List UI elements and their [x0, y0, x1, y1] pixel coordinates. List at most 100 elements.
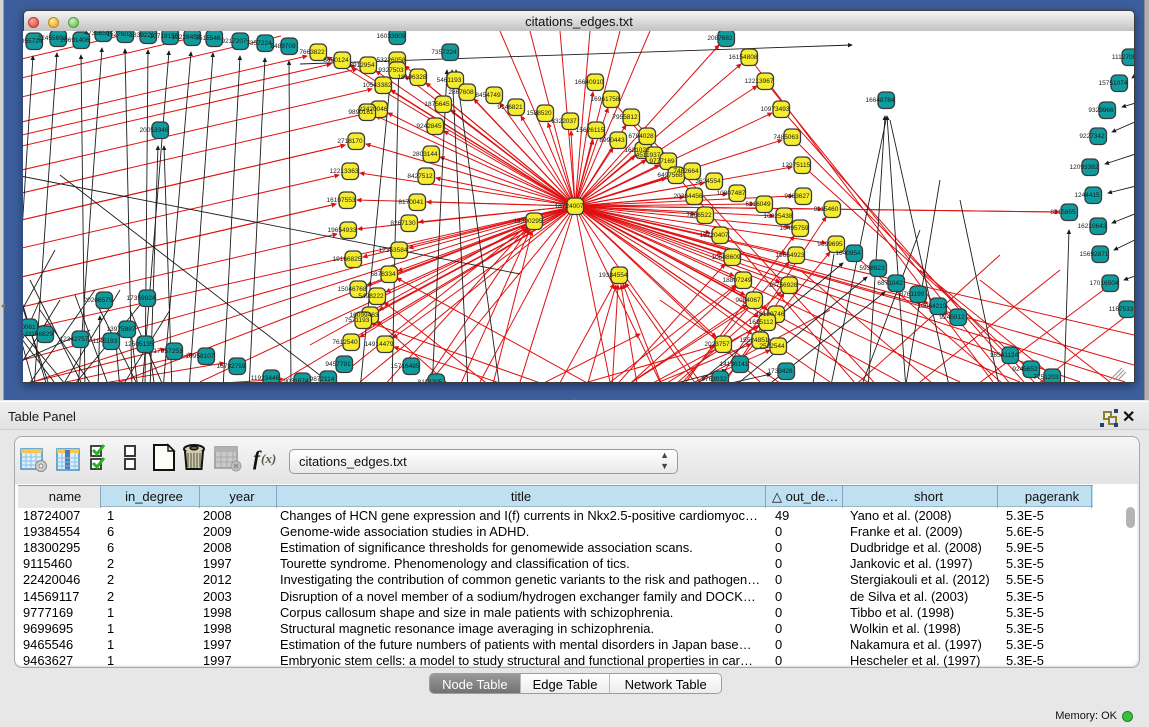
svg-text:12213363: 12213363: [330, 168, 359, 175]
svg-text:7866522: 7866522: [686, 212, 712, 219]
svg-text:16648784: 16648784: [866, 97, 895, 104]
svg-text:7663822: 7663822: [299, 49, 325, 56]
svg-text:10958107: 10958107: [186, 353, 215, 360]
svg-text:20364456: 20364456: [674, 193, 703, 200]
svg-text:1112705: 1112705: [1112, 54, 1134, 61]
svg-text:5878334: 5878334: [370, 271, 396, 278]
svg-text:8912954: 8912954: [349, 62, 375, 69]
svg-text:9763032: 9763032: [701, 376, 727, 382]
svg-text:9457791: 9457791: [325, 361, 351, 368]
svg-text:14136141: 14136141: [720, 361, 749, 368]
svg-text:1733426: 1733426: [767, 368, 793, 375]
svg-text:(x): (x): [261, 451, 276, 466]
svg-text:2718170: 2718170: [337, 138, 363, 145]
svg-text:1640954: 1640954: [835, 250, 861, 257]
svg-text:8990443: 8990443: [599, 137, 625, 144]
svg-text:9242845: 9242845: [416, 123, 442, 130]
svg-text:3624554: 3624554: [695, 178, 721, 185]
svg-text:16640910: 16640910: [575, 79, 604, 86]
svg-text:10025438: 10025438: [764, 213, 793, 220]
svg-text:10973493: 10973493: [761, 106, 790, 113]
svg-text:7357224: 7357224: [431, 49, 457, 56]
svg-text:8150061: 8150061: [23, 324, 36, 331]
svg-text:19166825: 19166825: [333, 256, 362, 263]
svg-text:20206575: 20206575: [84, 297, 113, 304]
svg-text:9217207: 9217207: [221, 38, 247, 45]
svg-text:6871042: 6871042: [877, 280, 903, 287]
svg-text:2023757: 2023757: [704, 341, 730, 348]
svg-text:16154808: 16154808: [729, 54, 758, 61]
svg-text:18724007: 18724007: [555, 203, 584, 210]
svg-text:12342757: 12342757: [60, 336, 89, 343]
svg-text:9699695: 9699695: [817, 241, 843, 248]
svg-text:15692871: 15692871: [1080, 251, 1109, 258]
svg-text:7751203: 7751203: [1033, 374, 1059, 381]
svg-text:8454749: 8454749: [475, 92, 501, 99]
svg-text:1875645: 1875645: [424, 101, 450, 108]
svg-text:9890161: 9890161: [348, 109, 374, 116]
svg-text:8761199: 8761199: [900, 291, 925, 298]
svg-text:8660124: 8660124: [323, 57, 349, 64]
svg-text:12353584: 12353584: [379, 247, 408, 254]
svg-text:9227342: 9227342: [1079, 133, 1105, 140]
svg-text:15626115: 15626115: [576, 127, 605, 134]
svg-text:9245652: 9245652: [1012, 366, 1038, 373]
svg-text:5461193: 5461193: [437, 77, 462, 84]
svg-text:16210643: 16210643: [1078, 223, 1107, 230]
svg-text:8489709: 8489709: [270, 43, 296, 50]
svg-text:16107553: 16107553: [327, 197, 356, 204]
svg-text:18300295: 18300295: [514, 218, 543, 225]
svg-text:11923446: 11923446: [251, 375, 280, 382]
svg-text:9084067: 9084067: [735, 297, 761, 304]
svg-text:2522544: 2522544: [759, 343, 785, 350]
svg-text:2087682: 2087682: [707, 35, 733, 42]
svg-text:1588520: 1588520: [526, 110, 552, 117]
svg-text:9329966: 9329966: [1088, 107, 1114, 114]
svg-text:5498222: 5498222: [358, 293, 384, 300]
svg-text:7515546: 7515546: [195, 35, 221, 42]
svg-text:7462664: 7462664: [673, 168, 699, 175]
svg-text:2803144: 2803144: [412, 151, 438, 158]
svg-text:2867608: 2867608: [448, 89, 474, 96]
svg-text:5938923: 5938923: [859, 265, 885, 272]
svg-text:13975887: 13975887: [107, 326, 136, 333]
svg-text:7357224: 7357224: [246, 40, 272, 47]
svg-text:12093382: 12093382: [1070, 164, 1099, 171]
svg-text:6216049: 6216049: [745, 201, 771, 208]
svg-text:18196328: 18196328: [398, 74, 427, 81]
svg-text:17359924: 17359924: [127, 295, 156, 302]
svg-text:6794028: 6794028: [628, 133, 654, 140]
svg-text:10064219: 10064219: [918, 303, 947, 310]
svg-text:9872114: 9872114: [310, 376, 335, 382]
svg-text:16782759: 16782759: [217, 363, 246, 370]
svg-text:17957253: 17957253: [154, 348, 183, 355]
svg-text:19384554: 19384554: [599, 272, 628, 279]
svg-text:8427512: 8427512: [407, 173, 433, 180]
svg-text:10756928: 10756928: [769, 282, 798, 289]
svg-text:9327503: 9327503: [378, 67, 404, 74]
svg-text:12975115: 12975115: [782, 162, 811, 169]
svg-text:7485063: 7485063: [773, 134, 799, 141]
svg-text:15751074: 15751074: [1099, 80, 1128, 87]
svg-text:53226058: 53226058: [377, 57, 406, 64]
svg-text:15046768: 15046768: [338, 286, 367, 293]
svg-text:16495759: 16495759: [780, 225, 809, 232]
svg-text:14914479: 14914479: [365, 341, 394, 348]
svg-text:19654933: 19654933: [328, 227, 357, 234]
svg-text:9031674: 9031674: [283, 378, 309, 382]
svg-text:1615112: 1615112: [749, 319, 774, 326]
svg-text:15716485: 15716485: [391, 363, 420, 370]
svg-text:15720407: 15720407: [700, 232, 729, 239]
svg-text:8215955: 8215955: [1050, 209, 1076, 216]
svg-text:12213967: 12213967: [745, 78, 774, 85]
svg-text:7955812: 7955812: [612, 114, 638, 121]
svg-text:20691406: 20691406: [61, 37, 90, 44]
svg-text:8170041: 8170041: [398, 199, 424, 206]
svg-text:18807249: 18807249: [723, 277, 752, 284]
svg-text:9115460: 9115460: [814, 206, 839, 213]
svg-text:1244415: 1244415: [1074, 192, 1100, 199]
svg-text:7571193: 7571193: [345, 317, 370, 324]
svg-text:17016504: 17016504: [1090, 280, 1119, 287]
svg-text:16033809: 16033809: [377, 33, 406, 40]
svg-text:11156829: 11156829: [25, 331, 53, 338]
